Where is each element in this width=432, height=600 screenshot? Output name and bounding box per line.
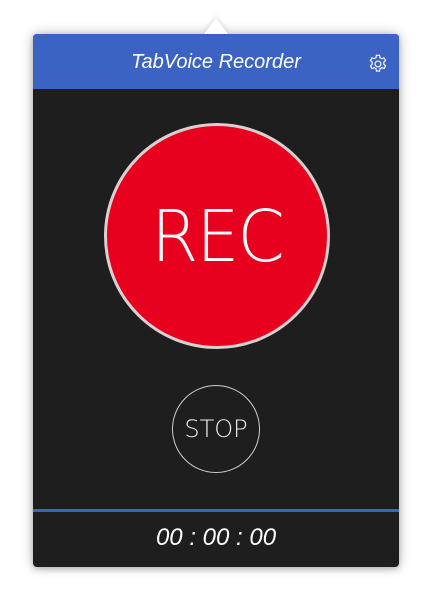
stop-label: STOP [184, 415, 248, 443]
record-label: REC [151, 196, 285, 279]
recorder-popup: TabVoice Recorder REC STOP 00 : 00 : 00 [33, 34, 399, 567]
header-bar: TabVoice Recorder [33, 34, 399, 89]
gear-icon[interactable] [367, 53, 389, 75]
app-title: TabVoice Recorder [131, 51, 301, 73]
progress-bar [33, 509, 399, 512]
popup-arrow [204, 18, 228, 34]
stop-button[interactable]: STOP [172, 385, 260, 473]
elapsed-timer: 00 : 00 : 00 [155, 524, 277, 551]
record-button[interactable]: REC [104, 123, 330, 349]
progress-fill [33, 509, 399, 512]
